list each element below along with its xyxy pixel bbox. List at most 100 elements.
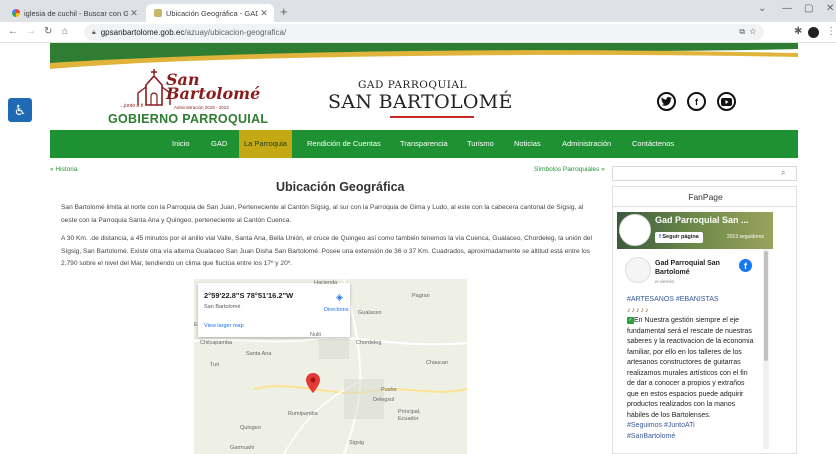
- profile-avatar[interactable]: [808, 27, 819, 38]
- followers-count: 2013 seguidores: [727, 234, 764, 240]
- facebook-cover[interactable]: Gad Parroquial San ... f Seguir página 2…: [617, 212, 773, 249]
- close-window-button[interactable]: ✕: [826, 3, 834, 14]
- post-time[interactable]: el viernes: [655, 279, 674, 284]
- nav-noticias[interactable]: Noticias: [514, 130, 541, 158]
- tab-ubicacion[interactable]: Ubicación Geográfica - GAD parro ✕: [146, 4, 274, 22]
- close-tab-icon[interactable]: ✕: [258, 8, 270, 19]
- google-icon: [12, 9, 20, 17]
- directions-link[interactable]: Directions: [324, 307, 348, 313]
- map-label: Sigsig: [349, 440, 364, 446]
- facebook-small-icon: f: [659, 234, 661, 240]
- nav-turismo[interactable]: Turismo: [467, 130, 494, 158]
- nav-gad[interactable]: GAD: [211, 130, 227, 158]
- tab-google-search[interactable]: iglesia de cuchil - Buscar con Goo ✕: [4, 4, 144, 22]
- content-paragraph: A 30 Km. .de distancia, a 45 minutos por…: [61, 235, 592, 267]
- tab-search-icon[interactable]: ⌄: [758, 3, 766, 14]
- scrollbar-thumb[interactable]: [764, 251, 768, 361]
- embedded-map[interactable]: 2°59'22.8"S 78°51'16.2"W San Bartolomé V…: [194, 279, 467, 454]
- map-label: Rumipamba: [288, 411, 318, 417]
- reload-icon[interactable]: ↻: [44, 26, 52, 37]
- browser-tabstrip: iglesia de cuchil - Buscar con Goo ✕ Ubi…: [0, 0, 836, 22]
- extensions-icon[interactable]: ✱: [794, 26, 802, 37]
- bookmark-star-icon[interactable]: ⧉ ☆: [739, 27, 756, 37]
- map-label: Chaucan: [426, 360, 449, 366]
- menu-icon[interactable]: ⋮: [826, 26, 836, 37]
- post-body-text: En Nuestra gestión siempre el eje fundam…: [627, 317, 754, 419]
- map-label: E: [194, 322, 198, 328]
- page-title: Ubicación Geográfica: [276, 180, 405, 194]
- nav-inicio[interactable]: Inicio: [172, 130, 190, 158]
- facebook-logo-icon: f: [739, 259, 752, 272]
- url-path: /azuay/ubicacion-geografica/: [184, 28, 287, 37]
- post-hashtags[interactable]: #Seguimos #JuntoATi: [627, 421, 755, 432]
- avatar[interactable]: [625, 257, 651, 283]
- nav-rendicion-cuentas[interactable]: Rendición de Cuentas: [307, 130, 381, 158]
- nav-contactenos[interactable]: Contáctenos: [632, 130, 674, 158]
- site-header: San Bartolomé ...junto a ti Administraci…: [50, 43, 798, 130]
- view-larger-map-link[interactable]: View larger map: [204, 323, 244, 329]
- map-label: Garmuahi: [230, 445, 255, 451]
- close-tab-icon[interactable]: ✕: [128, 8, 140, 19]
- map-label: Santa Ana: [246, 351, 272, 357]
- back-icon[interactable]: ←: [8, 26, 18, 37]
- map-label: Pagran: [412, 293, 430, 299]
- main-nav: Inicio GAD La Parroquia Rendición de Cue…: [50, 130, 798, 158]
- facebook-icon[interactable]: f: [687, 92, 706, 111]
- map-place-name: San Bartolomé: [204, 304, 241, 310]
- youtube-icon[interactable]: [717, 92, 736, 111]
- gad-subtitle: GAD PARROQUIAL: [358, 79, 467, 91]
- accessibility-button[interactable]: ♿︎: [8, 98, 32, 122]
- new-tab-button[interactable]: +: [280, 4, 288, 19]
- minimize-button[interactable]: —: [782, 3, 792, 14]
- youtube-play-icon: [721, 97, 732, 106]
- map-label: Principal, Ecuador: [398, 409, 421, 422]
- nav-administracion[interactable]: Administración: [562, 130, 611, 158]
- post-author[interactable]: Gad Parroquial San Bartolomé: [655, 259, 735, 277]
- follow-label: Seguir página: [662, 234, 699, 240]
- tab-title: Ubicación Geográfica - GAD parro: [166, 8, 258, 18]
- map-label: Hacienda: [314, 280, 338, 286]
- nav-la-parroquia[interactable]: La Parroquia: [239, 130, 292, 158]
- post-tags[interactable]: #ARTESANOS #EBANISTAS: [627, 295, 755, 306]
- location-pin-icon[interactable]: [306, 373, 320, 393]
- logo-gobierno: GOBIERNO PARROQUIAL: [108, 112, 269, 126]
- search-icon[interactable]: ⌕: [781, 168, 785, 178]
- maximize-button[interactable]: ▢: [804, 3, 813, 14]
- follow-page-button[interactable]: f Seguir página: [655, 232, 703, 243]
- nav-transparencia[interactable]: Transparencia: [400, 130, 448, 158]
- logo-bartolome: Bartolomé: [166, 84, 261, 103]
- browser-toolbar: ← → ↻ ⌂ 🔒︎ gpsanbartolome.gob.ec/azuay/u…: [0, 22, 836, 43]
- facebook-page-name[interactable]: Gad Parroquial San ...: [655, 215, 749, 225]
- map-label: Quingeo: [240, 425, 261, 431]
- map-label: Turi: [210, 362, 220, 368]
- home-icon[interactable]: ⌂: [62, 26, 68, 37]
- site-favicon-icon: [154, 9, 162, 17]
- address-bar[interactable]: 🔒︎ gpsanbartolome.gob.ec/azuay/ubicacion…: [84, 24, 764, 41]
- post-content: #ARTESANOS #EBANISTAS ♪♪♪♪♪ ✓En Nuestra …: [627, 295, 755, 442]
- tab-title: iglesia de cuchil - Buscar con Goo: [24, 8, 128, 18]
- forward-icon[interactable]: →: [26, 26, 36, 37]
- checkmark-icon: ✓: [627, 316, 634, 324]
- directions-icon[interactable]: ◈: [336, 292, 343, 303]
- logo-admin-period: Administración 2019 - 2023: [174, 105, 229, 110]
- logo-slogan: ...junto a ti: [120, 103, 144, 109]
- title-underline: [390, 116, 474, 118]
- map-label: Gualaceo: [358, 310, 382, 316]
- gad-title: SAN BARTOLOMÉ: [328, 91, 513, 113]
- twitter-icon[interactable]: [657, 92, 676, 111]
- divider: [613, 206, 796, 207]
- prev-page-link[interactable]: « Historia: [50, 166, 77, 173]
- accessibility-icon: ♿︎: [13, 101, 27, 118]
- content-paragraph: San Bartolomé limita al norte con la Par…: [61, 204, 584, 224]
- map-label: Chilcapamba: [200, 340, 233, 346]
- map-label: Delegsol: [373, 397, 395, 403]
- map-label: Nulti: [310, 332, 322, 338]
- map-info-card: 2°59'22.8"S 78°51'16.2"W San Bartolomé V…: [198, 283, 350, 337]
- page-logo: [619, 214, 651, 246]
- next-page-link[interactable]: Símbolos Parroquiales »: [534, 166, 605, 173]
- fanpage-title: FanPage: [688, 192, 723, 202]
- map-label: Chordeleg: [356, 340, 382, 346]
- post-hashtags-2[interactable]: #SanBartolomé: [627, 432, 755, 443]
- search-input[interactable]: [612, 166, 797, 181]
- guitar-emojis: ♪♪♪♪♪: [627, 306, 650, 314]
